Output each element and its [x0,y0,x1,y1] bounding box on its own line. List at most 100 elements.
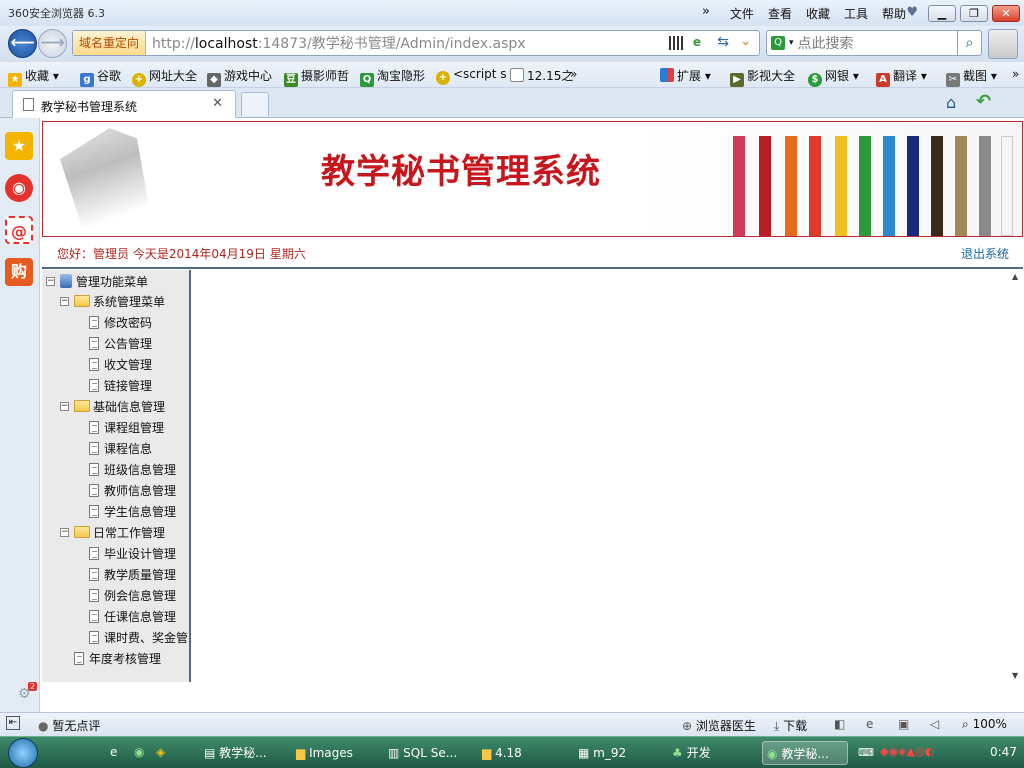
undo-close-icon[interactable]: ↶ [976,91,991,112]
tree-item-meeting-info[interactable]: 例会信息管理 [89,587,176,603]
url-bar[interactable]: 域名重定向 http://localhost:14873/教学秘书管理/Admi… [72,30,760,56]
tree-item-incoming-docs[interactable]: 收文管理 [89,356,152,372]
windows-taskbar: e ◉ ◈ ▤ 教学秘... ▆ Images ▥ SQL Se... ▆ 4.… [0,736,1024,768]
shopping-icon[interactable]: 购 [5,258,33,286]
dropdown-icon[interactable]: ⌄ [740,34,751,49]
tree-item-class-info[interactable]: 班级信息管理 [89,461,176,477]
exit-icon[interactable]: ⇤ [6,716,20,730]
menu-help[interactable]: 帮助 [882,5,906,22]
fav-photographer[interactable]: 豆摄影师哲 [284,67,349,87]
content-scrollbar[interactable]: ▲ ▼ [1008,270,1024,682]
ie-quicklaunch-icon[interactable]: e [110,745,117,759]
search-engine-icon[interactable]: Q [771,36,785,50]
tree-item-notice[interactable]: 公告管理 [89,335,152,351]
tree-item-links[interactable]: 链接管理 [89,377,152,393]
fav-more-icon[interactable]: » [1012,67,1019,81]
task-browser-active[interactable]: ◉ 教学秘... [762,741,848,765]
sound-mute-icon[interactable]: ◧ [834,717,845,731]
start-button[interactable] [8,738,38,768]
ie-mode-icon[interactable]: e [693,35,701,49]
fav-site-nav[interactable]: + 网址大全 [132,67,197,87]
close-tab-icon[interactable]: ✕ [212,96,223,111]
redirect-tag[interactable]: 域名重定向 [73,31,147,55]
fav-video[interactable]: ▶ 影视大全 [730,67,795,87]
fav-overflow-icon[interactable]: » [570,67,577,81]
tree-item-graduation-design[interactable]: 毕业设计管理 [89,545,176,561]
keyboard-icon[interactable]: ⌨ [858,746,874,759]
building-sketch-image [60,128,154,232]
engine-dropdown-icon[interactable]: ▾ [789,38,794,48]
tree-group-basic-info[interactable]: − 基础信息管理 [60,398,165,414]
fav-extensions[interactable]: 扩展 ▾ [660,67,711,84]
task-dev[interactable]: ♣ 开发 [668,741,756,765]
logout-link[interactable]: 退出系统 [961,245,1009,262]
tree-item-teaching-quality[interactable]: 教学质量管理 [89,566,176,582]
tab-active[interactable]: 教学秘书管理系统 ✕ [12,90,236,118]
tree-item-course-info[interactable]: 课程信息 [89,440,152,456]
fav-game-center[interactable]: ◆ 游戏中心 [207,67,272,87]
tree-group-daily-work[interactable]: − 日常工作管理 [60,524,165,540]
browser-quicklaunch-icon[interactable]: ◉ [134,745,144,759]
url-text[interactable]: http://localhost:14873/教学秘书管理/Admin/inde… [146,33,526,53]
search-placeholder[interactable]: 点此搜索 [798,33,854,53]
task-browser-1[interactable]: ▤ 教学秘... [200,741,288,765]
task-sql-server[interactable]: ▥ SQL Se... [384,741,472,765]
tree-group-system[interactable]: − 系统管理菜单 [60,293,165,309]
menu-favorites[interactable]: 收藏 [806,5,830,22]
browser-title: 360安全浏览器 6.3 [8,7,105,20]
download-button[interactable]: ⤓ 下载 [774,717,807,734]
close-window-button[interactable]: ✕ [992,5,1020,22]
task-folder-418[interactable]: ▆ 4.18 [478,741,566,765]
star-icon: ★ [8,73,22,87]
document-icon [89,504,99,518]
new-tab-button[interactable] [241,92,269,116]
zoom-control[interactable]: ⌕ 100% [962,717,1007,732]
scroll-up-icon: ▲ [1012,272,1019,281]
tree-item-fees-bonus[interactable]: 课时费、奖金管 [89,629,188,645]
clock[interactable]: 0:47 [990,745,1017,759]
menu-tools[interactable]: 工具 [844,5,868,22]
skin-icon[interactable]: ♥ [906,5,918,20]
menu-file[interactable]: 文件 [730,5,754,22]
volume-icon[interactable]: ◁ [930,717,939,731]
user-avatar-icon[interactable] [988,29,1018,59]
weibo-icon[interactable]: ◉ [5,174,33,202]
ie-icon[interactable]: e [866,717,873,731]
tray-icons[interactable]: ◆◉◈▲◎◐ [880,745,934,758]
menu-overflow-icon[interactable]: » [702,4,710,19]
forward-button[interactable]: ⟶ [38,29,67,58]
back-button[interactable]: ⟵ [8,29,37,58]
tree-item-annual-review[interactable]: 年度考核管理 [74,650,161,666]
tree-item-teaching-assignment[interactable]: 任课信息管理 [89,608,176,624]
mail-icon[interactable]: @ [5,216,33,244]
refresh-icon[interactable]: ⇆ [717,34,729,50]
task-m92[interactable]: ▦ m_92 [574,741,662,765]
tree-item-change-password[interactable]: 修改密码 [89,314,152,330]
window-icon[interactable]: ▣ [898,717,909,731]
search-box[interactable]: Q ▾ 点此搜索 ⌕ [766,30,982,56]
task-images-folder[interactable]: ▆ Images [292,741,380,765]
fav-screenshot[interactable]: ✂ 截图 ▾ [946,67,997,87]
tree-item-course-group[interactable]: 课程组管理 [89,419,164,435]
tree-item-student-info[interactable]: 学生信息管理 [89,503,176,519]
fav-collect[interactable]: ★ 收藏 ▾ [8,67,59,87]
search-icon[interactable]: ⌕ [957,31,981,55]
translate-icon: A [876,73,890,87]
comment-status[interactable]: ● 暂无点评 [38,717,100,734]
favorites-star-icon[interactable]: ★ [5,132,33,160]
tree-root[interactable]: − 管理功能菜单 [46,273,148,289]
tree-item-teacher-info[interactable]: 教师信息管理 [89,482,176,498]
fav-bank[interactable]: $ 网银 ▾ [808,67,859,87]
menu-view[interactable]: 查看 [768,5,792,22]
browser-doctor[interactable]: ⊕ 浏览器医生 [682,717,756,734]
maximize-button[interactable]: ❐ [960,5,988,22]
minimize-button[interactable]: ▁ [928,5,956,22]
home-icon[interactable]: ⌂ [946,93,956,112]
fav-1215[interactable]: 12.15之 [510,67,573,84]
qrcode-icon[interactable] [669,36,683,50]
fav-taobao[interactable]: Q 淘宝隐形 [360,67,425,87]
fav-script[interactable]: + <script s [436,67,507,85]
fav-google[interactable]: g 谷歌 [80,67,121,87]
fav-translate[interactable]: A 翻译 ▾ [876,67,927,87]
app-quicklaunch-icon[interactable]: ◈ [156,745,165,759]
